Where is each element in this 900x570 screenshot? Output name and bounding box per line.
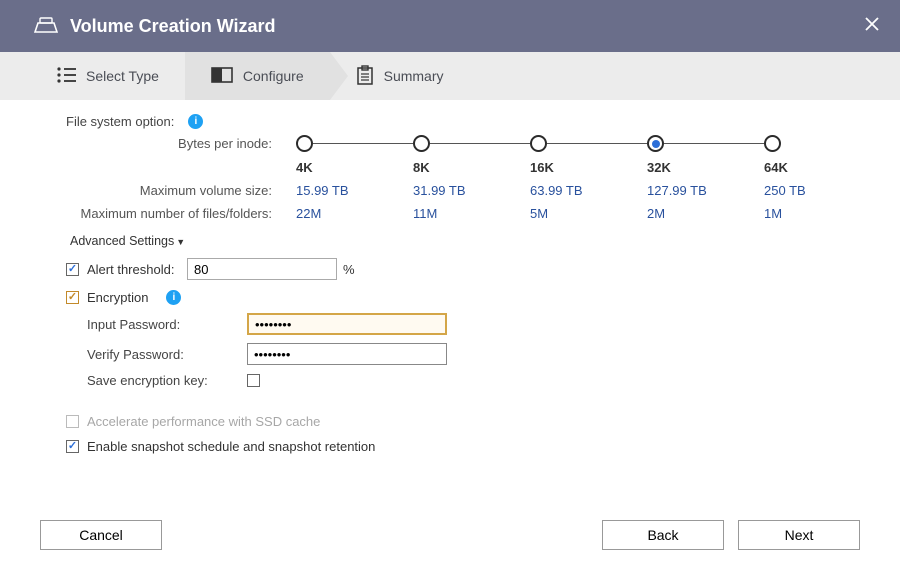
max-volume-value: 127.99 TB <box>647 183 764 198</box>
max-files-value: 1M <box>764 206 881 221</box>
verify-password-label: Verify Password: <box>87 347 247 362</box>
max-volume-value: 31.99 TB <box>413 183 530 198</box>
alert-threshold-checkbox[interactable] <box>66 263 79 276</box>
max-volume-value: 15.99 TB <box>296 183 413 198</box>
max-files-label: Maximum number of files/folders: <box>66 206 296 221</box>
inode-radio-32k[interactable] <box>647 135 664 152</box>
bytes-per-inode-label: Bytes per inode: <box>66 136 296 151</box>
max-files-value: 11M <box>413 206 530 221</box>
alert-threshold-label: Alert threshold: <box>87 262 187 277</box>
info-icon[interactable]: i <box>188 114 203 129</box>
save-key-label: Save encryption key: <box>87 373 247 388</box>
verify-password-field[interactable] <box>247 343 447 365</box>
content-area: File system option: i Bytes per inode: 4… <box>0 100 900 454</box>
volume-icon <box>34 16 58 37</box>
list-icon <box>56 66 76 87</box>
input-password-label: Input Password: <box>87 317 247 332</box>
max-files-value: 2M <box>647 206 764 221</box>
configure-icon <box>211 67 233 86</box>
step-summary[interactable]: Summary <box>330 52 470 100</box>
snapshot-label: Enable snapshot schedule and snapshot re… <box>87 439 375 454</box>
window-title: Volume Creation Wizard <box>70 16 276 37</box>
inode-heading: 4K <box>296 160 413 175</box>
inode-radio-64k[interactable] <box>764 135 781 152</box>
max-files-value: 5M <box>530 206 647 221</box>
input-password-field[interactable] <box>247 313 447 335</box>
alert-threshold-input[interactable] <box>187 258 337 280</box>
inode-heading: 64K <box>764 160 881 175</box>
ssd-cache-label: Accelerate performance with SSD cache <box>87 414 320 429</box>
encryption-subform: Input Password: Verify Password: Save en… <box>87 313 854 388</box>
max-volume-value: 250 TB <box>764 183 881 198</box>
inode-radio-8k[interactable] <box>413 135 430 152</box>
advanced-settings-label: Advanced Settings <box>70 234 174 248</box>
caret-down-icon: ▼ <box>176 237 185 247</box>
cancel-button[interactable]: Cancel <box>40 520 162 550</box>
file-system-option-label: File system option: <box>66 114 174 129</box>
inode-radio-4k[interactable] <box>296 135 313 152</box>
max-volume-label: Maximum volume size: <box>66 183 296 198</box>
encryption-checkbox[interactable] <box>66 291 79 304</box>
step-select-type[interactable]: Select Type <box>30 52 185 100</box>
close-icon[interactable] <box>864 16 880 35</box>
step-label: Select Type <box>86 68 159 84</box>
summary-icon <box>356 65 374 88</box>
inode-grid: Bytes per inode: 4K 8K 16K 32K 64K Maxim… <box>66 135 854 221</box>
save-encryption-key-checkbox[interactable] <box>247 374 260 387</box>
percent-sign: % <box>343 262 355 277</box>
wizard-steps: Select Type Configure Summary <box>0 52 900 100</box>
inode-heading: 32K <box>647 160 764 175</box>
step-label: Configure <box>243 68 304 84</box>
step-label: Summary <box>384 68 444 84</box>
inode-heading: 16K <box>530 160 647 175</box>
max-volume-value: 63.99 TB <box>530 183 647 198</box>
max-files-value: 22M <box>296 206 413 221</box>
ssd-cache-checkbox <box>66 415 79 428</box>
step-configure[interactable]: Configure <box>185 52 330 100</box>
encryption-label: Encryption <box>87 290 148 305</box>
titlebar: Volume Creation Wizard <box>0 0 900 52</box>
snapshot-checkbox[interactable] <box>66 440 79 453</box>
info-icon[interactable]: i <box>166 290 181 305</box>
back-button[interactable]: Back <box>602 520 724 550</box>
next-button[interactable]: Next <box>738 520 860 550</box>
advanced-settings-toggle[interactable]: Advanced Settings▼ <box>70 234 185 248</box>
inode-heading: 8K <box>413 160 530 175</box>
inode-radio-16k[interactable] <box>530 135 547 152</box>
footer: Cancel Back Next <box>0 520 900 550</box>
